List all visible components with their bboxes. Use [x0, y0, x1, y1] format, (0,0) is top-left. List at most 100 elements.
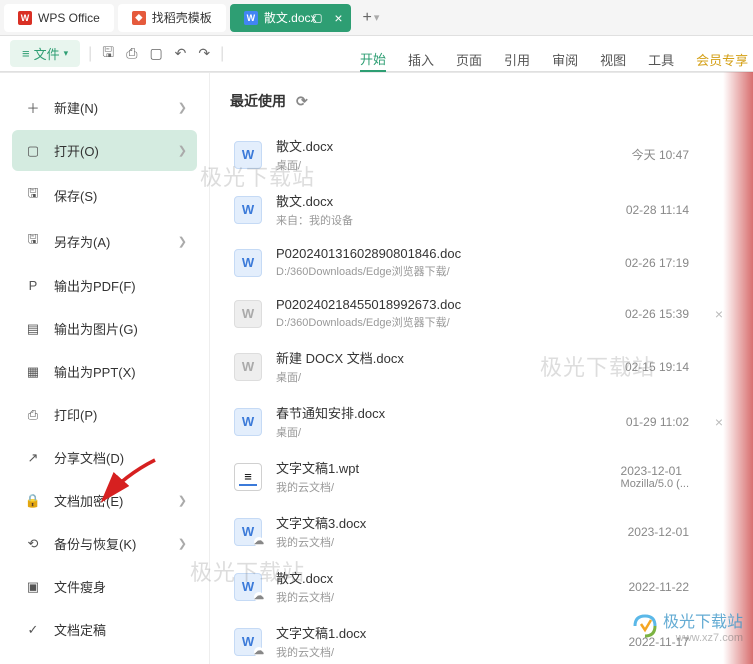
recent-file-item[interactable]: W P020240218455018992673.doc D:/360Downl…	[230, 288, 733, 339]
file-type-icon: W	[234, 408, 262, 436]
sidebar-item-label: 保存(S)	[54, 186, 97, 205]
file-path: 我的云文档/	[276, 589, 629, 605]
recent-list: W 散文.docx 桌面/ 今天 10:47 W 散文.docx 来自：我的设备…	[230, 127, 733, 664]
remove-file-icon[interactable]: ×	[709, 306, 729, 322]
chevron-right-icon: ❯	[178, 101, 187, 114]
sidebar-item-10[interactable]: ⟲ 备份与恢复(K) ❯	[12, 523, 197, 564]
tab-doke-template[interactable]: ◆ 找稻壳模板	[118, 4, 226, 32]
sidebar-item-7[interactable]: ⎙ 打印(P)	[12, 394, 197, 435]
file-time: 02-15 19:14	[625, 360, 689, 374]
sidebar-item-icon: ▢	[24, 143, 42, 159]
sidebar-item-label: 打开(O)	[54, 141, 99, 160]
add-tab-button[interactable]: +	[363, 9, 372, 27]
sidebar-item-12[interactable]: ✓ 文档定稿	[12, 609, 197, 650]
file-time: 2023-12-01	[628, 525, 689, 539]
file-name: 散文.docx	[276, 191, 626, 210]
remove-file-icon[interactable]: ×	[709, 414, 729, 430]
sidebar-item-label: 文档加密(E)	[54, 491, 123, 510]
ribbon-tab-review[interactable]: 审阅	[552, 50, 578, 71]
recent-file-item[interactable]: W 文字文稿1.docx 我的云文档/ 2022-11-17	[230, 614, 733, 664]
recent-file-item[interactable]: W 春节通知安排.docx 桌面/ 01-29 11:02 ×	[230, 394, 733, 449]
sidebar-item-label: 输出为PPT(X)	[54, 362, 136, 381]
ribbon-tab-tools[interactable]: 工具	[648, 50, 674, 71]
file-name: P020240131602890801846.doc	[276, 246, 625, 261]
recent-file-item[interactable]: W 散文.docx 桌面/ 今天 10:47	[230, 127, 733, 182]
tab-active-document[interactable]: W 散文.docx ▢ ×	[230, 4, 351, 32]
file-menu-panel: ＋ 新建(N) ❯▢ 打开(O) ❯🖫 保存(S) 🖫 另存为(A) ❯P 输出…	[0, 72, 753, 664]
tab-close-icon[interactable]: ×	[334, 10, 342, 26]
file-path: 桌面/	[276, 369, 625, 385]
file-info: P020240218455018992673.doc D:/360Downloa…	[276, 297, 625, 330]
recent-title: 最近使用	[230, 91, 286, 111]
sidebar-item-icon: 🔒	[24, 493, 42, 509]
recent-file-item[interactable]: W 散文.docx 来自：我的设备 02-28 11:14	[230, 182, 733, 237]
sidebar-item-8[interactable]: ↗ 分享文档(D)	[12, 437, 197, 478]
file-time: 01-29 11:02	[626, 415, 689, 429]
tab-label: 找稻壳模板	[152, 9, 212, 26]
sidebar-item-label: 备份与恢复(K)	[54, 534, 136, 553]
file-type-icon: W	[234, 353, 262, 381]
file-type-icon: W	[234, 628, 262, 656]
recent-file-item[interactable]: ≡ 文字文稿1.wpt 我的云文档/ 2023-12-01Mozilla/5.0…	[230, 449, 733, 504]
ribbon-tab-ref[interactable]: 引用	[504, 50, 530, 71]
sidebar-item-5[interactable]: ▤ 输出为图片(G)	[12, 308, 197, 349]
file-name: P020240218455018992673.doc	[276, 297, 625, 312]
sidebar-item-1[interactable]: ▢ 打开(O) ❯	[12, 130, 197, 171]
sidebar-item-label: 打印(P)	[54, 405, 97, 424]
file-type-icon: ≡	[234, 463, 262, 491]
tab-popout-icon[interactable]: ▢	[312, 11, 322, 24]
save-icon[interactable]: 🖫	[100, 40, 116, 68]
file-info: 散文.docx 来自：我的设备	[276, 191, 626, 228]
sidebar-item-11[interactable]: ▣ 文件瘦身	[12, 566, 197, 607]
file-type-icon: W	[234, 518, 262, 546]
tab-wps-office[interactable]: W WPS Office	[4, 4, 114, 32]
file-info: 文字文稿3.docx 我的云文档/	[276, 513, 628, 550]
recent-file-item[interactable]: W P020240131602890801846.doc D:/360Downl…	[230, 237, 733, 288]
print-icon[interactable]: ⎙	[124, 43, 139, 64]
separator: |	[88, 45, 92, 63]
file-path: 我的云文档/	[276, 479, 621, 495]
recent-file-item[interactable]: W 文字文稿3.docx 我的云文档/ 2023-12-01	[230, 504, 733, 559]
ribbon-tab-view[interactable]: 视图	[600, 50, 626, 71]
recent-file-item[interactable]: W 散文.docx 我的云文档/ 2022-11-22	[230, 559, 733, 614]
ribbon-tab-insert[interactable]: 插入	[408, 50, 434, 71]
sidebar-item-9[interactable]: 🔒 文档加密(E) ❯	[12, 480, 197, 521]
sidebar-item-4[interactable]: P 输出为PDF(F)	[12, 265, 197, 306]
file-menu-button[interactable]: ≡ 文件 ▾	[10, 40, 80, 67]
file-time: 2023-12-01Mozilla/5.0 (...	[621, 464, 689, 490]
ribbon-tab-page[interactable]: 页面	[456, 50, 482, 71]
file-path: D:/360Downloads/Edge浏览器下载/	[276, 314, 625, 330]
file-info: 新建 DOCX 文档.docx 桌面/	[276, 348, 625, 385]
file-info: 文字文稿1.wpt 我的云文档/	[276, 458, 621, 495]
sidebar-item-0[interactable]: ＋ 新建(N) ❯	[12, 87, 197, 128]
sidebar-item-2[interactable]: 🖫 保存(S)	[12, 173, 197, 217]
file-type-icon: W	[234, 249, 262, 277]
recent-files-panel: 最近使用 ⟳ W 散文.docx 桌面/ 今天 10:47 W 散文.docx …	[210, 73, 753, 664]
add-tab-dropdown[interactable]: ▾	[374, 11, 380, 24]
ribbon-tab-start[interactable]: 开始	[360, 49, 386, 72]
sidebar-item-label: 另存为(A)	[54, 232, 110, 251]
file-type-icon: W	[234, 141, 262, 169]
file-path: 桌面/	[276, 157, 632, 173]
sidebar-item-label: 文件瘦身	[54, 577, 106, 596]
file-time: 2022-11-17	[629, 635, 690, 649]
hamburger-icon: ≡	[22, 46, 30, 61]
recent-file-item[interactable]: W 新建 DOCX 文档.docx 桌面/ 02-15 19:14	[230, 339, 733, 394]
undo-icon[interactable]: ↶	[173, 43, 189, 64]
file-time: 今天 10:47	[632, 146, 689, 163]
file-time: 02-28 11:14	[626, 203, 689, 217]
redo-icon[interactable]: ↷	[196, 43, 212, 64]
file-name: 散文.docx	[276, 568, 629, 587]
sidebar-item-6[interactable]: ▦ 输出为PPT(X)	[12, 351, 197, 392]
tabs-bar: W WPS Office ◆ 找稻壳模板 W 散文.docx ▢ × + ▾	[0, 0, 753, 36]
sidebar-item-label: 文档定稿	[54, 620, 106, 639]
ribbon-tab-vip[interactable]: 会员专享	[696, 50, 748, 71]
file-type-icon: W	[234, 300, 262, 328]
separator: |	[220, 45, 224, 63]
preview-icon[interactable]: ▢	[147, 43, 164, 64]
file-info: 散文.docx 我的云文档/	[276, 568, 629, 605]
sidebar-item-label: 新建(N)	[54, 98, 98, 117]
sidebar-item-3[interactable]: 🖫 另存为(A) ❯	[12, 219, 197, 263]
file-path: 我的云文档/	[276, 534, 628, 550]
refresh-icon[interactable]: ⟳	[296, 93, 308, 110]
